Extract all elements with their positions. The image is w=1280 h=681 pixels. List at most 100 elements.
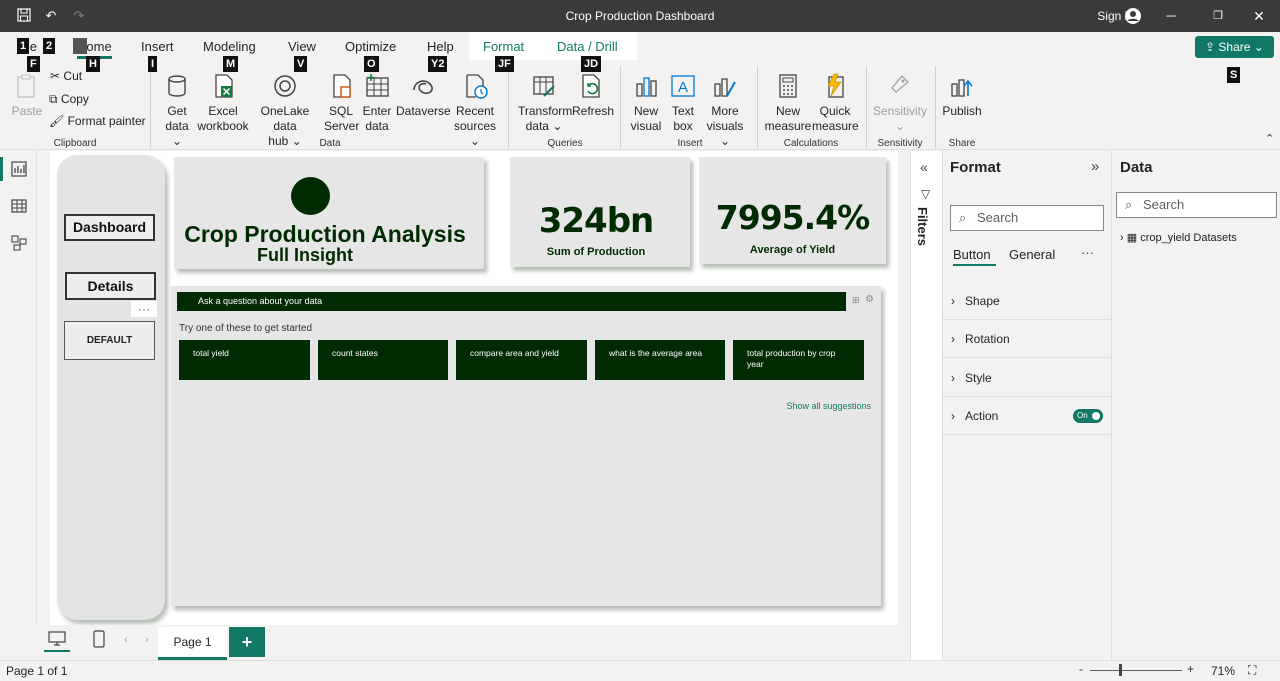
suggestion-button[interactable]: compare area and yield xyxy=(456,340,587,380)
tab-format[interactable]: Format xyxy=(483,39,524,54)
format-search-input[interactable]: ⌕ Search xyxy=(950,205,1104,231)
toggle-knob xyxy=(1092,412,1100,420)
format-painter-button[interactable]: 🖌 Format painter xyxy=(49,114,146,129)
section-shape[interactable]: › Shape xyxy=(943,282,1111,320)
format-painter-label: Format painter xyxy=(67,114,146,128)
share-label: Share xyxy=(1218,40,1251,54)
kpi-card-yield: 7995.4% Average of Yield xyxy=(699,157,886,264)
chevron-right-icon: › xyxy=(951,332,955,346)
more-options-icon[interactable]: ··· xyxy=(1081,245,1094,260)
tab-general[interactable]: General xyxy=(1009,247,1055,262)
zoom-slider[interactable] xyxy=(1090,670,1182,671)
tab-modeling[interactable]: Modeling xyxy=(203,39,256,54)
show-all-suggestions-link[interactable]: Show all suggestions xyxy=(786,401,871,411)
dataset-item[interactable]: › ▦ crop_yield Datasets xyxy=(1120,231,1237,244)
database-icon xyxy=(168,75,186,97)
zoom-out-button[interactable]: - xyxy=(1079,662,1083,676)
filters-pane[interactable]: « ▽ Filters xyxy=(910,151,942,660)
details-nav-button[interactable]: Details xyxy=(65,272,156,300)
account-icon[interactable] xyxy=(1124,7,1141,24)
table-view-icon[interactable] xyxy=(11,198,27,214)
gear-icon[interactable]: ⚙ xyxy=(865,294,874,305)
new-measure-label-1: New xyxy=(775,104,800,118)
more-options-icon[interactable]: ··· xyxy=(131,301,157,317)
section-rotation[interactable]: › Rotation xyxy=(943,320,1111,358)
cut-button[interactable]: ✂ Cut xyxy=(50,69,82,84)
table-icon xyxy=(366,74,389,97)
recent-sources-button[interactable]: Recent sources ⌄ xyxy=(450,72,500,149)
suggestion-button[interactable]: total production by crop year xyxy=(733,340,864,380)
get-data-button[interactable]: Get data ⌄ xyxy=(160,72,194,149)
desktop-layout-icon[interactable] xyxy=(48,631,66,647)
refresh-button[interactable]: Refresh xyxy=(572,72,614,119)
zoom-slider-thumb[interactable] xyxy=(1119,664,1122,676)
section-label: Shape xyxy=(965,294,1000,308)
qa-add-icon[interactable]: ⊞ xyxy=(852,295,860,306)
ribbon-tabs: File Home Insert Modeling View Optimize … xyxy=(0,32,1280,62)
model-view-icon[interactable] xyxy=(11,235,27,251)
chevron-right-icon: › xyxy=(951,409,955,423)
sql-server-icon xyxy=(333,74,351,98)
default-nav-button[interactable]: DEFAULT xyxy=(64,321,155,360)
zoom-in-button[interactable]: + xyxy=(1187,662,1194,676)
dashboard-nav-button[interactable]: Dashboard xyxy=(64,214,155,241)
transform-data-button[interactable]: Transform data ⌄ xyxy=(518,72,572,134)
enter-data-label-2: data xyxy=(365,119,389,133)
data-search-input[interactable]: ⌕ Search xyxy=(1116,192,1277,218)
enter-data-button[interactable]: Enter data xyxy=(361,72,393,134)
section-style[interactable]: › Style xyxy=(943,359,1111,397)
quick-measure-label-1: Quick xyxy=(819,104,851,118)
minimize-icon[interactable]: ─ xyxy=(1163,8,1179,24)
tab-button[interactable]: Button xyxy=(953,247,991,262)
suggestion-button[interactable]: count states xyxy=(318,340,448,380)
chevron-down-icon: ⌄ xyxy=(894,119,906,133)
page-tab-1[interactable]: Page 1 xyxy=(158,627,227,660)
dataverse-button[interactable]: Dataverse xyxy=(396,72,451,119)
page-next-icon[interactable]: › xyxy=(145,634,149,646)
excel-icon xyxy=(215,74,233,98)
get-data-label-1: Get xyxy=(167,104,187,118)
chevron-down-icon: ⌄ xyxy=(171,134,183,148)
restore-icon[interactable]: ❐ xyxy=(1210,8,1226,24)
close-icon[interactable]: ✕ xyxy=(1251,8,1267,24)
action-toggle[interactable]: On xyxy=(1073,409,1103,423)
new-measure-label-2: measure xyxy=(764,119,812,133)
add-page-button[interactable]: + xyxy=(229,627,265,657)
tab-insert[interactable]: Insert xyxy=(141,39,174,54)
tab-help[interactable]: Help xyxy=(427,39,454,54)
report-view-icon[interactable] xyxy=(11,161,27,177)
collapse-ribbon-icon[interactable]: ⌃ xyxy=(1265,132,1274,145)
share-button[interactable]: ⇪ Share ⌄ xyxy=(1195,36,1274,58)
sql-server-button[interactable]: SQL Server xyxy=(324,72,359,134)
quick-measure-button[interactable]: Quick measure xyxy=(812,72,859,134)
new-measure-button[interactable]: New measure xyxy=(764,72,812,134)
active-layout-indicator xyxy=(44,650,70,652)
copy-button[interactable]: ⧉ Copy xyxy=(49,92,89,107)
tab-data-drill[interactable]: Data / Drill xyxy=(557,39,618,54)
fit-to-page-icon[interactable]: ⛶ xyxy=(1248,663,1256,678)
new-visual-button[interactable]: New visual xyxy=(628,72,664,134)
onelake-label-1: OneLake data xyxy=(260,104,310,133)
data-pane-title: Data xyxy=(1120,159,1153,176)
data-pane: Data ⌕ Search › ▦ crop_yield Datasets xyxy=(1111,151,1280,660)
collapse-pane-icon[interactable]: » xyxy=(1091,158,1099,175)
group-label-queries: Queries xyxy=(547,138,583,149)
chevron-down-icon: ⌄ xyxy=(1253,40,1264,54)
mobile-layout-icon[interactable] xyxy=(93,630,105,648)
publish-button[interactable]: Publish xyxy=(942,72,982,119)
qa-input[interactable]: Ask a question about your data xyxy=(177,292,846,311)
cut-label: Cut xyxy=(63,69,83,83)
expand-filters-icon[interactable]: « xyxy=(920,159,928,175)
excel-workbook-button[interactable]: Excel workbook xyxy=(196,72,250,134)
group-label-calculations: Calculations xyxy=(783,138,839,149)
group-label-clipboard: Clipboard xyxy=(53,138,97,149)
text-box-button[interactable]: A Text box xyxy=(667,72,699,134)
suggestion-button[interactable]: what is the average area xyxy=(595,340,725,380)
suggestion-button[interactable]: total yield xyxy=(179,340,310,380)
section-action[interactable]: › Action On xyxy=(943,397,1111,435)
new-visual-label-1: New xyxy=(633,104,658,118)
tab-optimize[interactable]: Optimize xyxy=(345,39,396,54)
sensitivity-icon xyxy=(891,75,909,93)
tab-view[interactable]: View xyxy=(288,39,316,54)
page-prev-icon[interactable]: ‹ xyxy=(124,634,128,646)
